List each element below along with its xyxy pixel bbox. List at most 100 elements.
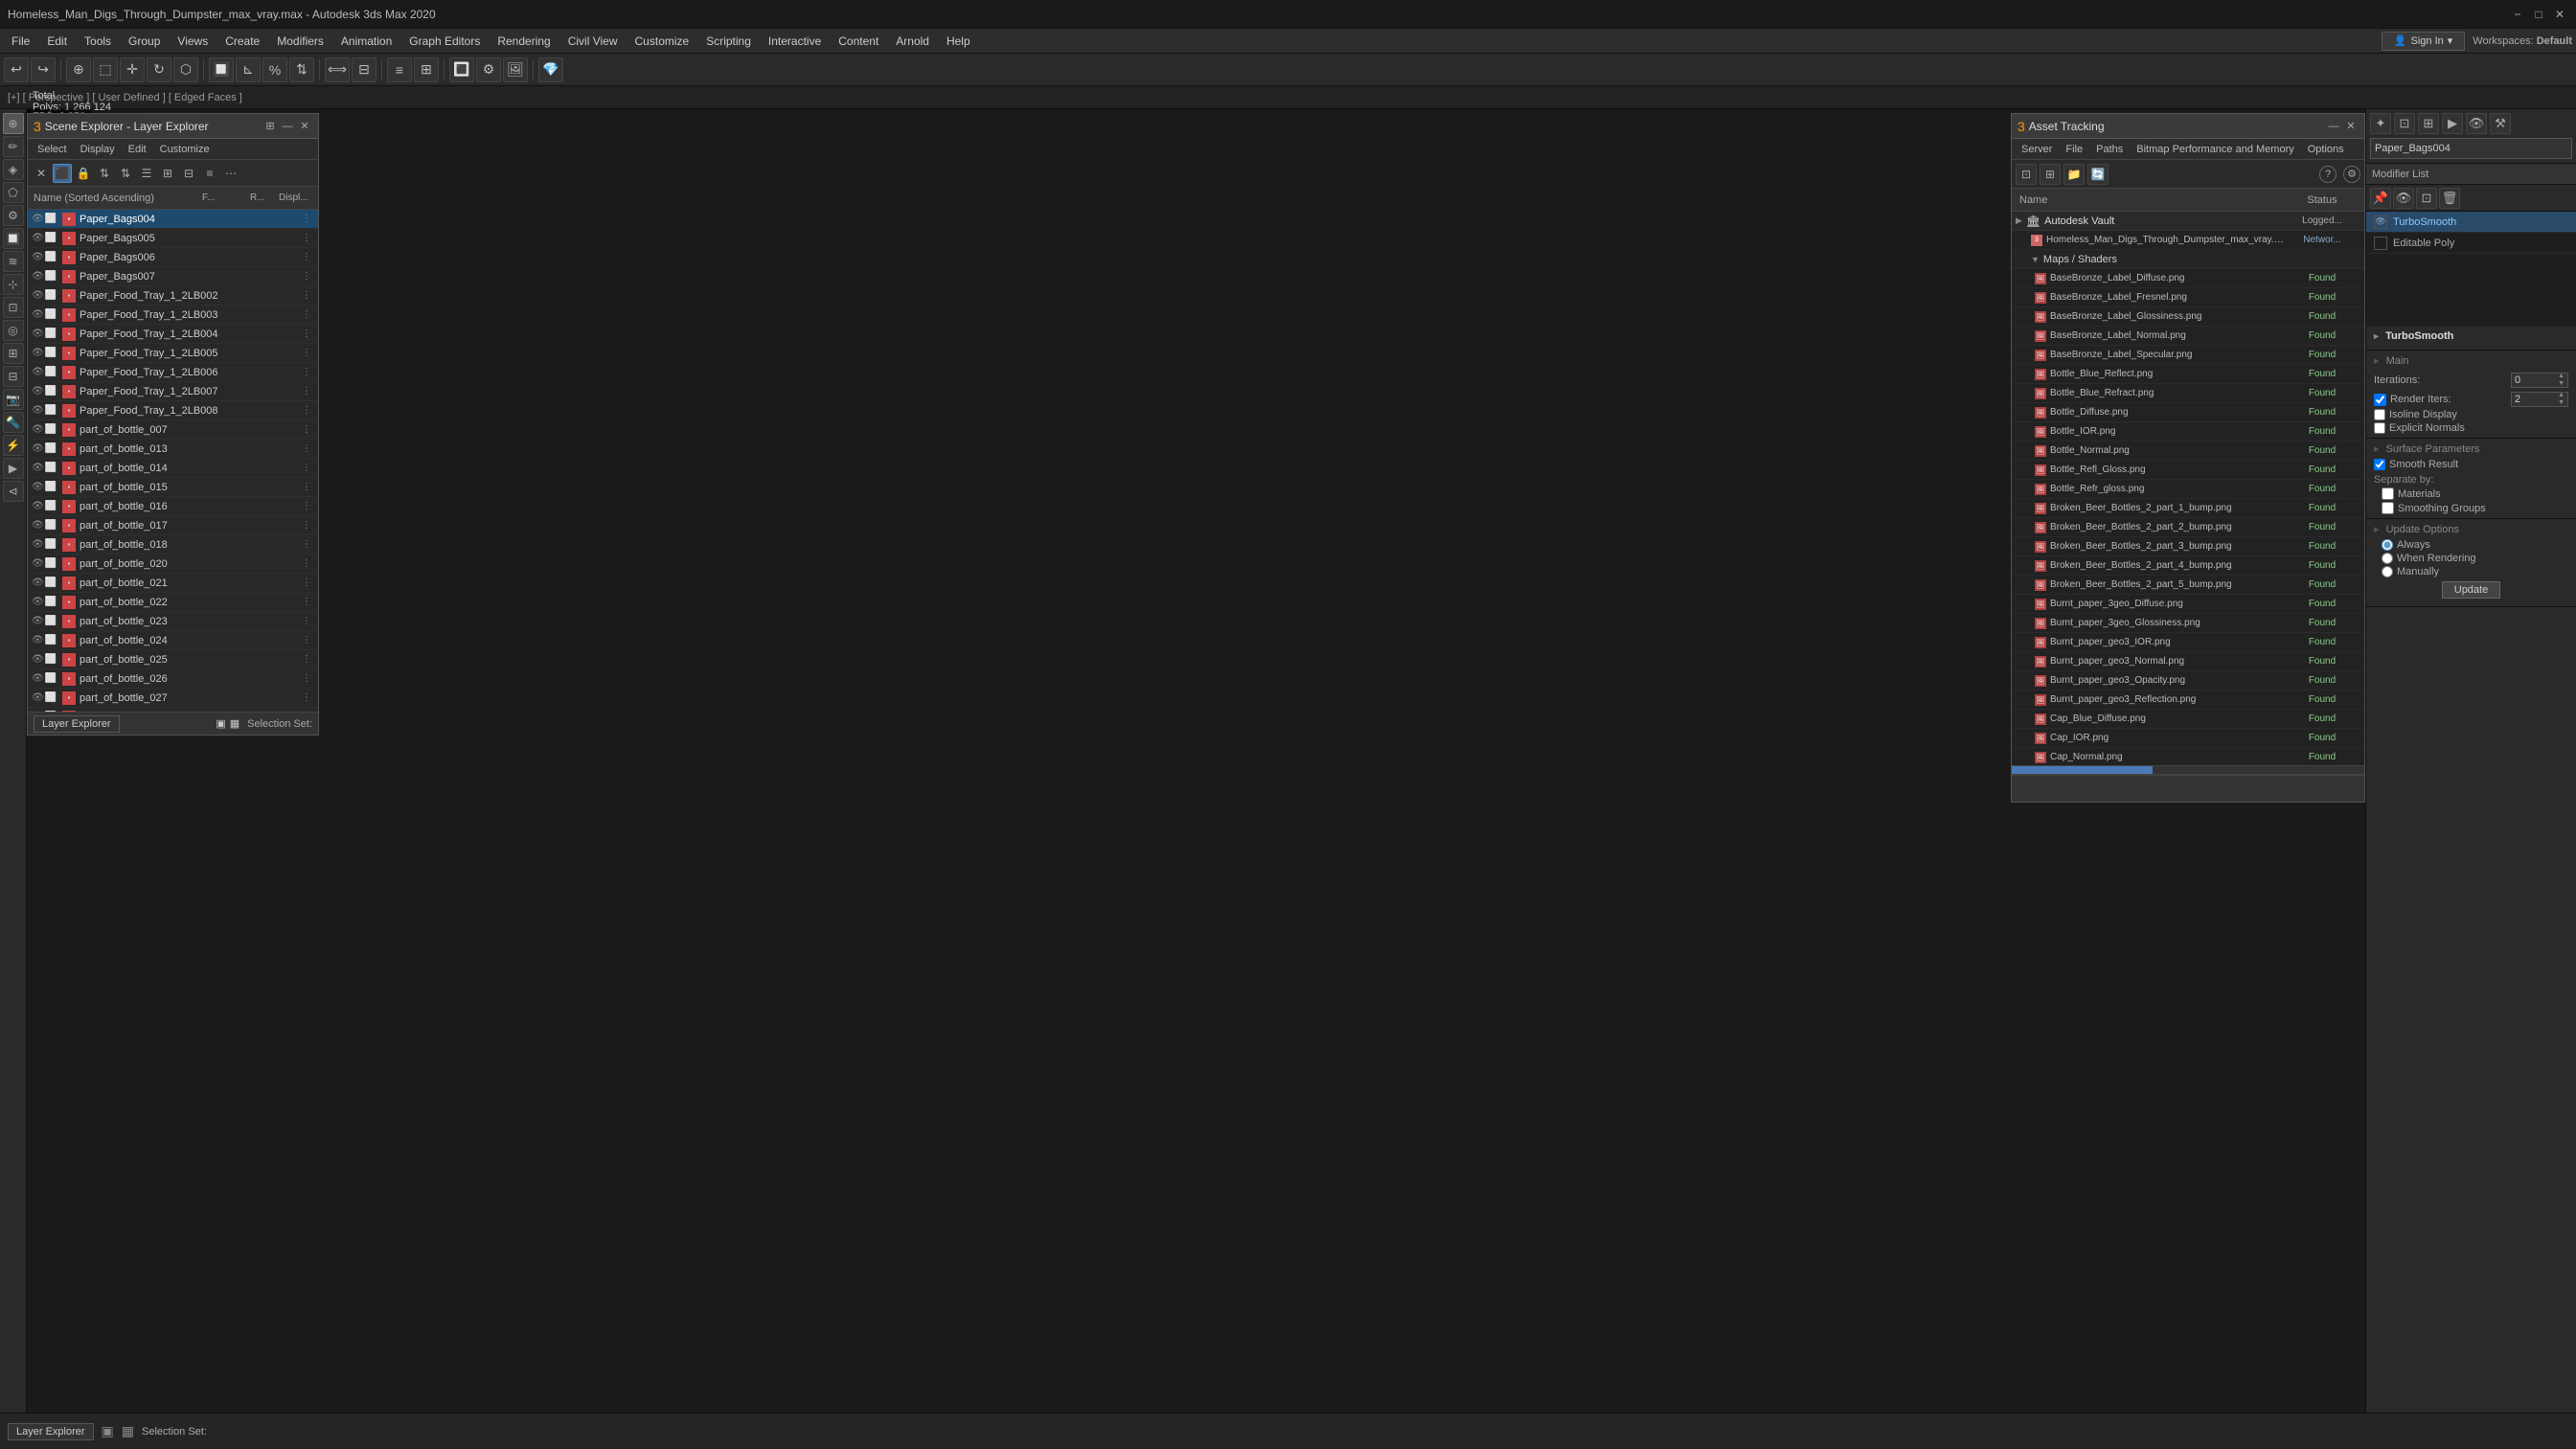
se-menu-edit[interactable]: Edit: [123, 143, 152, 156]
at-asset-22[interactable]: 🖼 Burnt_paper_geo3_Reflection.png Found: [2012, 691, 2364, 710]
scene-item-23[interactable]: 👁 ⬜ ▪ part_of_bottle_025 ⋮: [28, 650, 318, 669]
show-result-btn[interactable]: 👁: [2393, 188, 2414, 209]
menu-scripting[interactable]: Scripting: [698, 31, 759, 52]
at-asset-5[interactable]: 🖼 Bottle_Blue_Reflect.png Found: [2012, 365, 2364, 384]
close-button[interactable]: ✕: [2551, 6, 2568, 23]
spinner-snap-button[interactable]: ⇅: [289, 57, 314, 82]
at-asset-20[interactable]: 🖼 Burnt_paper_geo3_Normal.png Found: [2012, 652, 2364, 671]
tool-16[interactable]: ▶: [3, 458, 24, 479]
isoline-checkbox[interactable]: [2374, 409, 2385, 420]
redo-button[interactable]: ↪: [31, 57, 56, 82]
at-help-btn[interactable]: ?: [2319, 166, 2337, 183]
modifier-eye-editable-poly[interactable]: [2374, 237, 2387, 250]
at-asset-24[interactable]: 🖼 Cap_IOR.png Found: [2012, 729, 2364, 748]
at-asset-0[interactable]: 🖼 BaseBronze_Label_Diffuse.png Found: [2012, 269, 2364, 288]
at-close-btn[interactable]: ✕: [2343, 119, 2359, 134]
at-menu-paths[interactable]: Paths: [2090, 143, 2129, 156]
menu-graph-editors[interactable]: Graph Editors: [401, 31, 488, 52]
scene-icon-1[interactable]: ▣: [216, 717, 225, 730]
render-iters-arrows[interactable]: ▲ ▼: [2558, 392, 2565, 407]
scene-item-8[interactable]: 👁 ⬜ ▪ Paper_Food_Tray_1_2LB006 ⋮: [28, 363, 318, 382]
scene-item-10[interactable]: 👁 ⬜ ▪ Paper_Food_Tray_1_2LB008 ⋮: [28, 401, 318, 420]
tool-3[interactable]: ◈: [3, 159, 24, 180]
se-group-btn[interactable]: ☰: [137, 164, 156, 183]
scene-item-2[interactable]: 👁 ⬜ ▪ Paper_Bags006 ⋮: [28, 248, 318, 267]
at-asset-2[interactable]: 🖼 BaseBronze_Label_Glossiness.png Found: [2012, 307, 2364, 327]
at-main-file[interactable]: 3 Homeless_Man_Digs_Through_Dumpster_max…: [2012, 231, 2364, 250]
tool-14[interactable]: 🔦: [3, 412, 24, 433]
at-asset-8[interactable]: 🖼 Bottle_IOR.png Found: [2012, 422, 2364, 441]
menu-content[interactable]: Content: [831, 31, 886, 52]
mirror-button[interactable]: ⟺: [325, 57, 350, 82]
minimize-button[interactable]: −: [2509, 6, 2526, 23]
scene-item-25[interactable]: 👁 ⬜ ▪ part_of_bottle_027 ⋮: [28, 689, 318, 708]
menu-views[interactable]: Views: [170, 31, 216, 52]
tool-select[interactable]: ⊕: [3, 113, 24, 134]
at-asset-9[interactable]: 🖼 Bottle_Normal.png Found: [2012, 441, 2364, 461]
scene-item-1[interactable]: 👁 ⬜ ▪ Paper_Bags005 ⋮: [28, 229, 318, 248]
at-minimize-btn[interactable]: —: [2326, 119, 2341, 134]
at-asset-3[interactable]: 🖼 BaseBronze_Label_Normal.png Found: [2012, 327, 2364, 346]
se-sort2-btn[interactable]: ⇅: [116, 164, 135, 183]
display-tab[interactable]: 👁: [2466, 113, 2487, 134]
scene-explorer-titlebar[interactable]: 3 Scene Explorer - Layer Explorer ⊞ — ✕: [28, 114, 318, 139]
move-button[interactable]: ✛: [120, 57, 145, 82]
utilities-tab[interactable]: ⚒: [2490, 113, 2511, 134]
create-tab[interactable]: ✦: [2370, 113, 2391, 134]
percent-snap-button[interactable]: %: [262, 57, 287, 82]
render-frame-button[interactable]: 🖼: [503, 57, 528, 82]
at-menu-options[interactable]: Options: [2302, 143, 2350, 156]
hierarchy-tab[interactable]: ⊞: [2418, 113, 2439, 134]
scale-button[interactable]: ⬡: [173, 57, 198, 82]
rotate-button[interactable]: ↻: [147, 57, 171, 82]
pin-stack-btn[interactable]: 📌: [2370, 188, 2391, 209]
modifier-eye-turbosmoooth[interactable]: 👁: [2374, 215, 2387, 229]
scene-item-15[interactable]: 👁 ⬜ ▪ part_of_bottle_016 ⋮: [28, 497, 318, 516]
at-menu-bitmap[interactable]: Bitmap Performance and Memory: [2131, 143, 2299, 156]
at-asset-4[interactable]: 🖼 BaseBronze_Label_Specular.png Found: [2012, 346, 2364, 365]
at-menu-server[interactable]: Server: [2016, 143, 2058, 156]
tool-camera[interactable]: 📷: [3, 389, 24, 410]
smooth-result-checkbox[interactable]: [2374, 459, 2385, 470]
se-more-btn[interactable]: ⋯: [221, 164, 240, 183]
se-menu-select[interactable]: Select: [32, 143, 73, 156]
scene-item-4[interactable]: 👁 ⬜ ▪ Paper_Food_Tray_1_2LB002 ⋮: [28, 286, 318, 306]
modifier-turbosmoooth[interactable]: 👁 TurboSmooth: [2366, 212, 2576, 233]
se-lock-btn[interactable]: 🔒: [74, 164, 93, 183]
at-menu-file[interactable]: File: [2060, 143, 2088, 156]
render-iters-checkbox[interactable]: [2374, 394, 2386, 406]
menu-arnold[interactable]: Arnold: [888, 31, 937, 52]
angle-snap-button[interactable]: ⊾: [236, 57, 261, 82]
sign-in-button[interactable]: 👤 Sign In ▾: [2382, 32, 2465, 51]
scene-item-18[interactable]: 👁 ⬜ ▪ part_of_bottle_020 ⋮: [28, 555, 318, 574]
material-editor-button[interactable]: 💎: [538, 57, 563, 82]
render-iters-spinbox[interactable]: 2 ▲ ▼: [2511, 392, 2568, 407]
scene-item-7[interactable]: 👁 ⬜ ▪ Paper_Food_Tray_1_2LB005 ⋮: [28, 344, 318, 363]
explicit-normals-checkbox[interactable]: [2374, 422, 2385, 434]
status-icon-2[interactable]: ▦: [122, 1423, 134, 1439]
se-filter-btn[interactable]: ⬛: [53, 164, 72, 183]
tool-8[interactable]: ⊹: [3, 274, 24, 295]
at-asset-18[interactable]: 🖼 Burnt_paper_3geo_Glossiness.png Found: [2012, 614, 2364, 633]
render-iters-down[interactable]: ▼: [2558, 399, 2565, 407]
scene-explorer-list[interactable]: 👁 ⬜ ▪ Paper_Bags004 ⋮ 👁 ⬜ ▪ Paper_Bags00…: [28, 210, 318, 712]
materials-checkbox[interactable]: [2382, 487, 2394, 500]
iterations-arrows[interactable]: ▲ ▼: [2558, 373, 2565, 388]
menu-animation[interactable]: Animation: [333, 31, 399, 52]
menu-customize[interactable]: Customize: [627, 31, 697, 52]
tool-10[interactable]: ◎: [3, 320, 24, 341]
at-asset-19[interactable]: 🖼 Burnt_paper_geo3_IOR.png Found: [2012, 633, 2364, 652]
always-radio[interactable]: Always: [2382, 539, 2568, 551]
menu-rendering[interactable]: Rendering: [490, 31, 558, 52]
scene-item-9[interactable]: 👁 ⬜ ▪ Paper_Food_Tray_1_2LB007 ⋮: [28, 382, 318, 401]
render-iters-up[interactable]: ▲: [2558, 392, 2565, 399]
se-sort-btn[interactable]: ⇅: [95, 164, 114, 183]
scene-item-22[interactable]: 👁 ⬜ ▪ part_of_bottle_024 ⋮: [28, 631, 318, 650]
scene-item-6[interactable]: 👁 ⬜ ▪ Paper_Food_Tray_1_2LB004 ⋮: [28, 325, 318, 344]
se-clear-btn[interactable]: ✕: [32, 164, 51, 183]
se-menu-customize[interactable]: Customize: [154, 143, 216, 156]
modifier-editable-poly[interactable]: Editable Poly: [2366, 233, 2576, 254]
asset-tracking-list[interactable]: ▶ 🏛 Autodesk Vault Logged... 3 Homeless_…: [2012, 212, 2364, 765]
scene-item-20[interactable]: 👁 ⬜ ▪ part_of_bottle_022 ⋮: [28, 593, 318, 612]
scene-icon-2[interactable]: ▦: [230, 717, 239, 730]
